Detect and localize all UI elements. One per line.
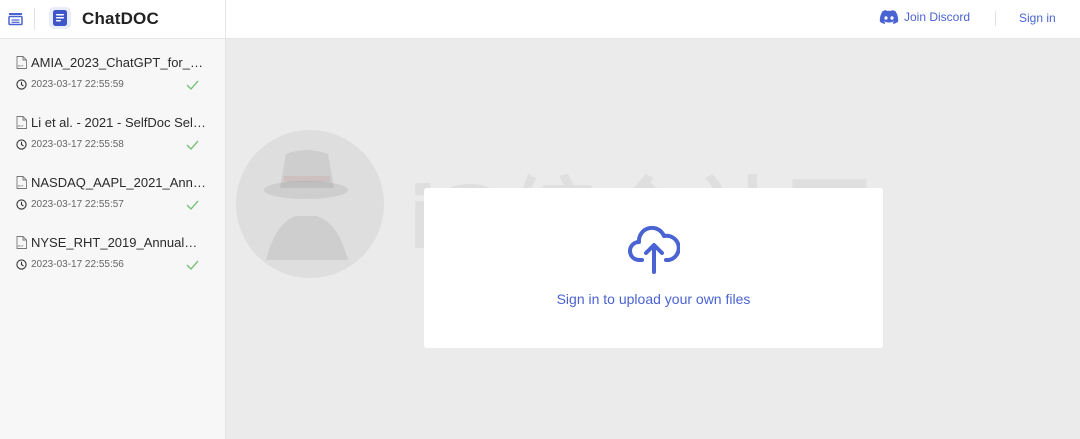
discord-icon	[879, 10, 899, 24]
upload-card[interactable]: Sign in to upload your own files	[424, 188, 883, 348]
pdf-file-icon: PDF	[16, 56, 27, 69]
chatdoc-logo-icon	[49, 7, 71, 29]
clock-icon	[16, 259, 27, 270]
svg-text:PDF: PDF	[18, 184, 24, 188]
header-divider	[34, 8, 35, 30]
document-list-item[interactable]: PDF Li et al. - 2021 - SelfDoc Self-Supe…	[0, 99, 226, 159]
pdf-file-icon: PDF	[16, 116, 27, 129]
document-name: AMIA_2023_ChatGPT_for_Biomedical	[31, 55, 206, 70]
sign-in-link[interactable]: Sign in	[1019, 11, 1056, 25]
document-timestamp: 2023-03-17 22:55:58	[31, 139, 124, 150]
document-name: Li et al. - 2021 - SelfDoc Self-Supervis…	[31, 115, 206, 130]
header-divider-right	[995, 11, 996, 26]
sidebar-toggle-icon[interactable]	[7, 10, 24, 27]
header-left: ChatDOC	[0, 0, 226, 39]
watermark-logo-icon	[236, 130, 384, 278]
cloud-upload-icon	[628, 226, 680, 274]
check-icon	[186, 80, 199, 90]
svg-text:PDF: PDF	[18, 124, 24, 128]
document-timestamp: 2023-03-17 22:55:56	[31, 259, 124, 270]
svg-text:PDF: PDF	[18, 244, 24, 248]
document-list-item[interactable]: PDF NASDAQ_AAPL_2021_Annual_Report 2023-…	[0, 159, 226, 219]
app-title: ChatDOC	[82, 9, 159, 28]
clock-icon	[16, 139, 27, 150]
upload-prompt[interactable]: Sign in to upload your own files	[424, 291, 883, 307]
check-icon	[186, 140, 199, 150]
join-discord-link[interactable]: Join Discord	[879, 9, 970, 25]
pdf-file-icon: PDF	[16, 176, 27, 189]
check-icon	[186, 260, 199, 270]
document-list-item[interactable]: PDF NYSE_RHT_2019_AnnualReport 2023-03-1…	[0, 219, 226, 279]
join-discord-label: Join Discord	[904, 10, 971, 24]
document-timestamp: 2023-03-17 22:55:59	[31, 79, 124, 90]
document-name: NYSE_RHT_2019_AnnualReport	[31, 235, 206, 250]
document-name: NASDAQ_AAPL_2021_Annual_Report	[31, 175, 206, 190]
clock-icon	[16, 79, 27, 90]
document-sidebar: PDF AMIA_2023_ChatGPT_for_Biomedical 202…	[0, 39, 226, 439]
pdf-file-icon: PDF	[16, 236, 27, 249]
top-header: ChatDOC Join Discord Sign in	[0, 0, 1080, 39]
document-list-item[interactable]: PDF AMIA_2023_ChatGPT_for_Biomedical 202…	[0, 39, 226, 99]
document-timestamp: 2023-03-17 22:55:57	[31, 199, 124, 210]
svg-text:PDF: PDF	[18, 64, 24, 68]
check-icon	[186, 200, 199, 210]
clock-icon	[16, 199, 27, 210]
